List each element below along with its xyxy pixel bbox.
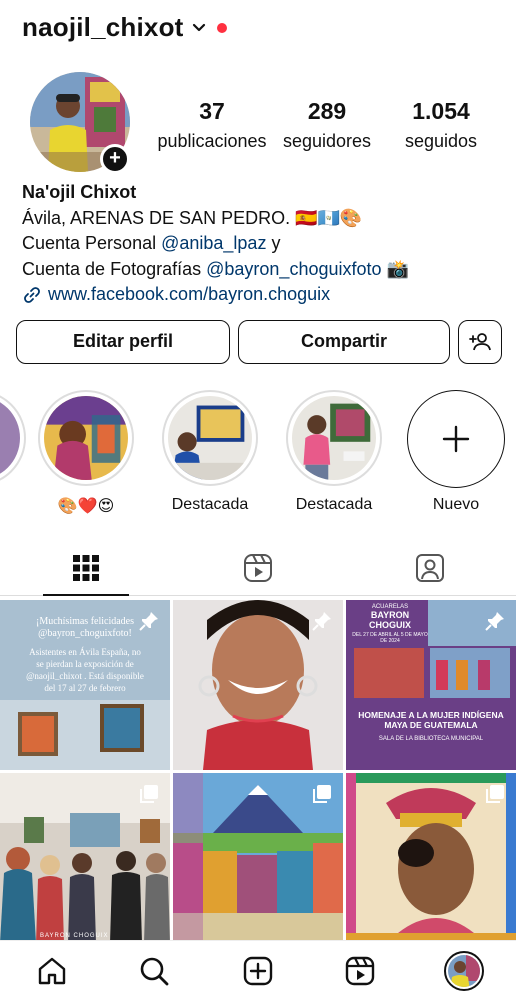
highlight-label: Nuevo (432, 496, 480, 513)
post-thumbnail[interactable] (346, 773, 516, 943)
active-tab-indicator (43, 594, 129, 596)
display-name: Na'ojil Chixot (22, 182, 137, 202)
poster-title: BAYRON CHOGUIX (368, 610, 411, 630)
post-thumbnail[interactable] (173, 773, 343, 943)
bio-line-photo: Cuenta de Fotografías @bayron_choguixfot… (22, 257, 502, 283)
pin-icon (312, 612, 331, 631)
carousel-icon (486, 785, 504, 803)
post-thumbnail[interactable] (173, 600, 343, 770)
mention-link[interactable]: @aniba_lpaz (161, 233, 266, 253)
nav-home[interactable] (34, 953, 70, 989)
highlight-item[interactable]: Destacada (160, 390, 260, 514)
stat-label: seguidores (282, 131, 372, 151)
bio-text: Cuenta de Fotografías (22, 258, 207, 279)
watermark-text: BAYRON CHOGUIX (40, 933, 109, 939)
stat-label: seguidos (404, 131, 478, 151)
highlight-item[interactable] (0, 390, 26, 486)
reels-icon (244, 554, 272, 582)
post-thumbnail[interactable]: ¡Muchísimas felicidades @bayron_choguixf… (0, 600, 170, 770)
following-count[interactable]: 1.054 seguidos (381, 98, 501, 152)
share-profile-button[interactable]: Compartir (238, 320, 450, 364)
add-story-plus-icon[interactable]: + (100, 144, 130, 174)
nav-create[interactable] (240, 953, 276, 989)
tab-reels[interactable] (172, 540, 344, 596)
profile-avatar (444, 951, 484, 991)
highlight-item[interactable]: 🎨❤️😍 (36, 390, 136, 516)
link-icon (24, 286, 40, 303)
tab-posts-grid[interactable] (0, 540, 172, 596)
bio-text: y (266, 233, 281, 253)
grid-icon (73, 555, 99, 581)
add-person-icon (469, 333, 491, 351)
post-thumbnail[interactable]: ACUARELAS BAYRON CHOGUIX DEL 27 DE ABRIL… (346, 600, 516, 770)
bio-line-location: Ávila, ARENAS DE SAN PEDRO. 🇪🇸🇬🇹🎨 (22, 207, 363, 228)
top-bar: naojil_chixot (0, 0, 516, 60)
highlight-label: 🎨❤️😍 (57, 498, 115, 515)
post-caption-line: @naojil_chixot . Está disponible (26, 671, 144, 681)
profile-tabs (0, 540, 516, 596)
create-icon (243, 956, 273, 986)
poster-dates: DEL 27 DE ABRIL AL 5 DE MAYO DE 2024 (352, 632, 428, 644)
tagged-icon (416, 554, 444, 582)
followers-count[interactable]: 289 seguidores (267, 98, 387, 152)
poster-headline: HOMENAJE A LA MUJER INDÍGENA (358, 710, 504, 720)
website-link[interactable]: www.facebook.com/bayron.choguix (48, 282, 330, 308)
mention-link[interactable]: @bayron_choguixfoto (206, 259, 381, 279)
nav-search[interactable] (136, 953, 172, 989)
poster-venue: SALA DE LA BIBLIOTECA MUNICIPAL (378, 736, 484, 742)
highlight-label: Destacada (295, 496, 373, 513)
post-caption-line: del 17 al 27 de febrero (44, 683, 126, 693)
profile-bio: Na'ojil Chixot Ávila, ARENAS DE SAN PEDR… (22, 180, 502, 308)
plus-icon (442, 425, 470, 453)
home-icon (38, 957, 66, 985)
carousel-icon (140, 785, 158, 803)
highlight-label: Destacada (171, 496, 249, 513)
highlight-item[interactable]: Destacada (284, 390, 384, 514)
stat-value: 289 (307, 98, 347, 124)
tab-tagged[interactable] (344, 540, 516, 596)
bottom-navigation (0, 940, 516, 1000)
notification-dot (217, 23, 227, 33)
stat-value: 37 (199, 98, 225, 124)
nav-profile[interactable] (444, 951, 484, 991)
post-thumbnail[interactable]: BAYRON CHOGUIX (0, 773, 170, 943)
stat-value: 1.054 (412, 98, 470, 124)
chevron-down-icon[interactable] (191, 20, 207, 36)
poster-headline: MAYA DE GUATEMALA (384, 720, 478, 730)
discover-people-button[interactable] (458, 320, 502, 364)
carousel-icon (313, 785, 331, 803)
bio-line-personal: Cuenta Personal @aniba_lpaz y (22, 231, 502, 257)
bio-text: 📸 (381, 258, 409, 279)
post-caption-line: se pierdan la exposición de (36, 659, 134, 669)
nav-reels[interactable] (342, 953, 378, 989)
stat-label: publicaciones (157, 131, 267, 151)
new-highlight-button[interactable]: Nuevo (406, 390, 506, 514)
bio-website-row[interactable]: www.facebook.com/bayron.choguix (22, 282, 502, 308)
pin-icon (139, 612, 158, 631)
bio-text: Cuenta Personal (22, 233, 162, 253)
edit-profile-button[interactable]: Editar perfil (16, 320, 230, 364)
username-title[interactable]: naojil_chixot (22, 12, 184, 43)
search-icon (140, 957, 169, 986)
posts-count[interactable]: 37 publicaciones (152, 98, 272, 152)
post-caption-line: Asistentes en Ávila España, no (29, 647, 141, 657)
pin-icon (485, 612, 504, 631)
profile-avatar[interactable]: + (30, 72, 130, 174)
reels-icon (345, 956, 375, 986)
